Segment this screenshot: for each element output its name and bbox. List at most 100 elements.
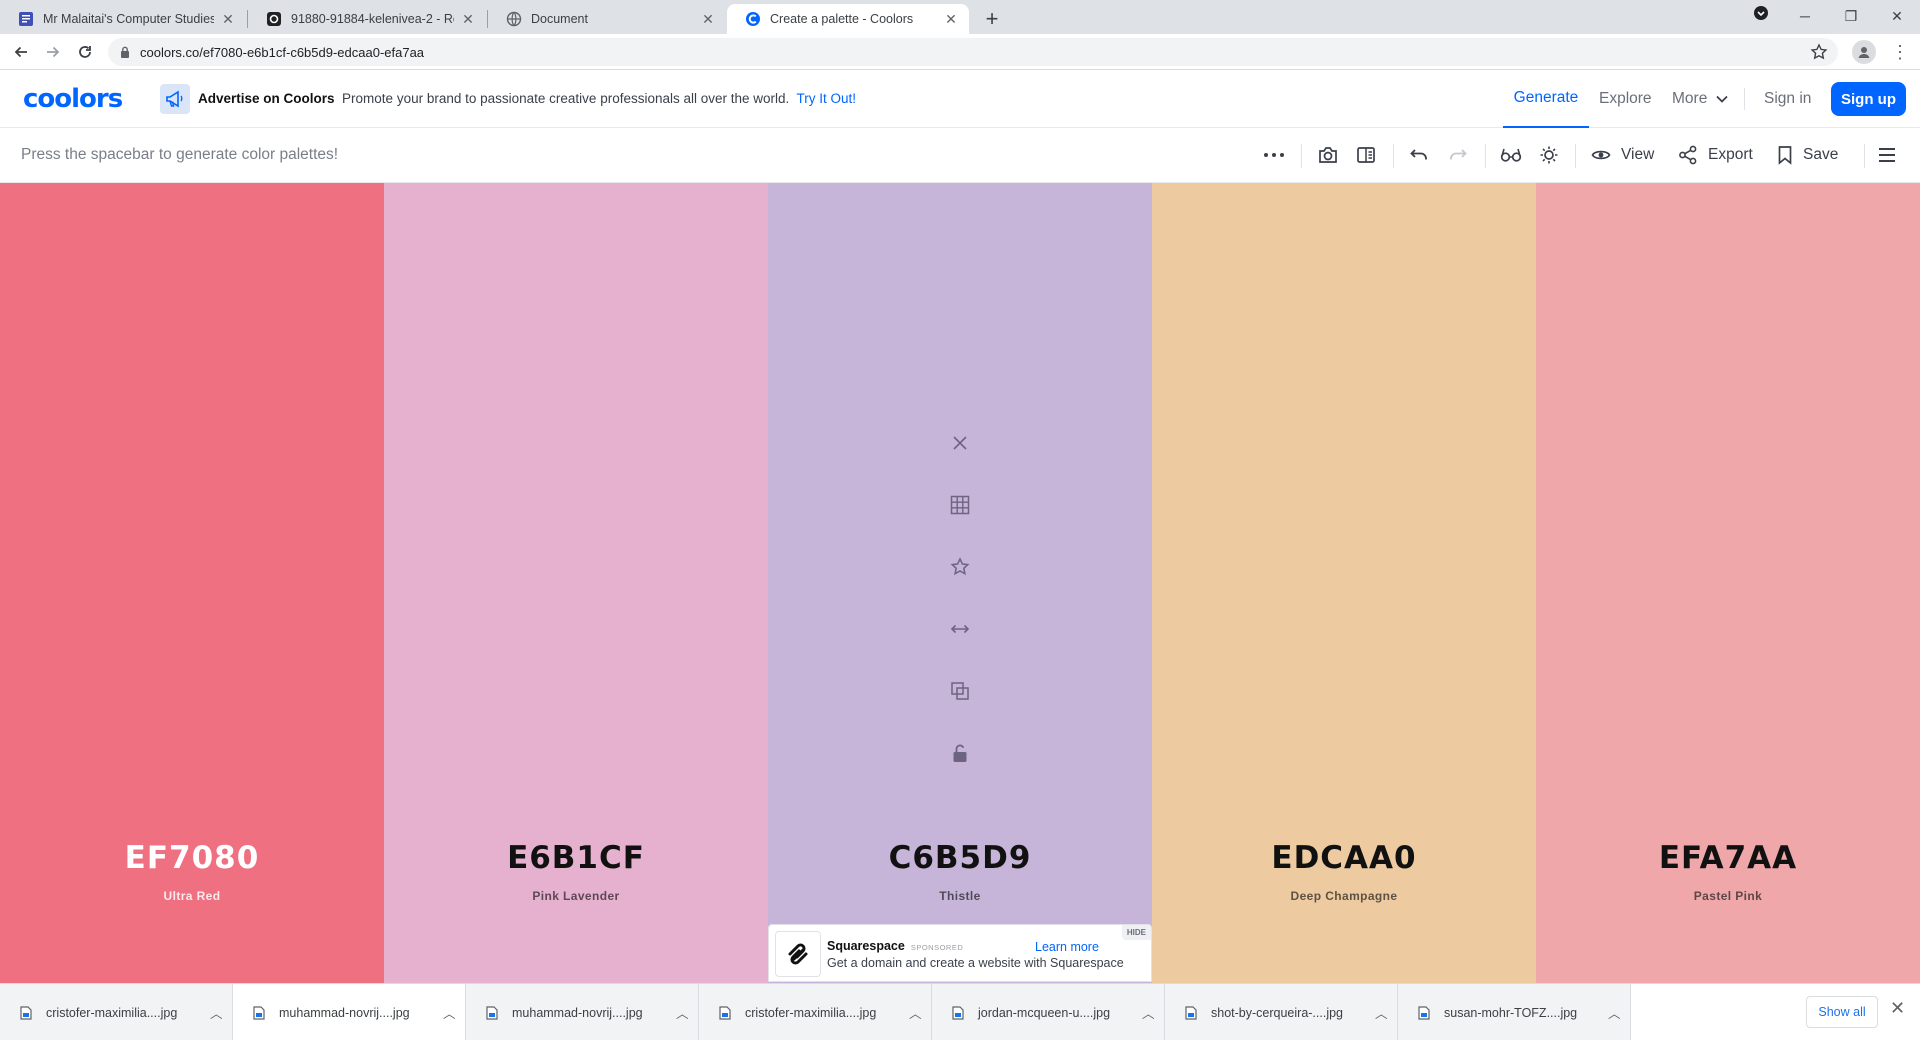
back-button[interactable] (9, 40, 33, 64)
toolbar-divider (1575, 144, 1576, 168)
chevron-up-icon[interactable]: ︿ (443, 1003, 465, 1022)
sun-icon[interactable] (1539, 142, 1559, 168)
download-filename: muhammad-novrij....jpg (512, 1005, 643, 1020)
reload-button[interactable] (73, 40, 97, 64)
download-item[interactable]: cristofer-maximilia....jpg ︿ (0, 984, 233, 1040)
address-bar[interactable]: coolors.co/ef7080-e6b1cf-c6b5d9-edcaa0-e… (108, 38, 1838, 66)
remove-color-icon[interactable] (945, 428, 975, 458)
copy-hex-icon[interactable] (945, 676, 975, 706)
browser-tab-1[interactable]: Mr Malaitai's Computer Studies - ✕ (0, 4, 246, 34)
color-palette: EF7080 Ultra Red E6B1CF Pink Lavender C6… (0, 183, 1920, 983)
sign-up-button[interactable]: Sign up (1831, 82, 1906, 116)
coolors-logo[interactable]: coolors (23, 84, 123, 114)
file-icon (719, 1005, 731, 1020)
hide-ad-button[interactable]: HIDE (1121, 925, 1151, 940)
chevron-up-icon[interactable]: ︿ (1142, 1003, 1164, 1022)
generator-toolbar: Press the spacebar to generate color pal… (0, 128, 1920, 183)
chevron-up-icon[interactable]: ︿ (1375, 1003, 1397, 1022)
browser-menu-icon[interactable]: ⋮ (1890, 42, 1910, 62)
export-button[interactable]: Export (1678, 142, 1753, 168)
sponsored-ad[interactable]: Squarespace SPONSORED Get a domain and cr… (768, 924, 1152, 982)
unlock-icon[interactable] (945, 738, 975, 768)
color-swatch-2[interactable]: E6B1CF Pink Lavender (384, 183, 768, 983)
download-filename: cristofer-maximilia....jpg (46, 1005, 178, 1020)
glasses-icon[interactable] (1500, 142, 1522, 168)
forward-button[interactable] (41, 40, 65, 64)
undo-icon[interactable] (1409, 142, 1429, 168)
try-it-out-link[interactable]: Try It Out! (797, 91, 857, 106)
color-swatch-1[interactable]: EF7080 Ultra Red (0, 183, 384, 983)
nav-explore[interactable]: Explore (1599, 70, 1652, 128)
sponsor-description: Get a domain and create a website with S… (827, 956, 1124, 970)
window-close-button[interactable]: ✕ (1874, 4, 1920, 28)
file-icon (1418, 1005, 1430, 1020)
drag-arrows-icon[interactable] (945, 614, 975, 644)
lock-icon (121, 46, 129, 58)
share-icon (1679, 145, 1697, 165)
replit-icon (267, 12, 281, 26)
restore-button[interactable]: ❐ (1828, 4, 1874, 28)
browser-tab-4-active[interactable]: Create a palette - Coolors ✕ (727, 4, 969, 34)
color-swatch-3[interactable]: C6B5D9 Thistle (768, 183, 1152, 983)
minimize-button[interactable]: ─ (1782, 4, 1828, 28)
download-item[interactable]: susan-mohr-TOFZ....jpg ︿ (1398, 984, 1631, 1040)
advertise-text: Promote your brand to passionate creativ… (342, 91, 790, 106)
sign-in-link[interactable]: Sign in (1764, 70, 1811, 128)
site-header: coolors Advertise on Coolors Promote you… (0, 70, 1920, 128)
person-icon (1858, 47, 1870, 58)
more-options-icon[interactable] (1263, 142, 1285, 168)
download-filename: muhammad-novrij....jpg (279, 1005, 410, 1020)
chevron-up-icon[interactable]: ︿ (909, 1003, 931, 1022)
nav-more[interactable]: More (1672, 70, 1729, 128)
show-all-button[interactable]: Show all (1806, 996, 1878, 1028)
download-filename: susan-mohr-TOFZ....jpg (1444, 1005, 1578, 1020)
color-name: Pastel Pink (1693, 889, 1763, 903)
download-item[interactable]: muhammad-novrij....jpg ︿ (233, 984, 466, 1040)
download-item[interactable]: shot-by-cerqueira-....jpg ︿ (1165, 984, 1398, 1040)
download-item[interactable]: cristofer-maximilia....jpg ︿ (699, 984, 932, 1040)
profile-avatar[interactable] (1852, 40, 1876, 64)
hamburger-menu-icon[interactable] (1877, 142, 1897, 168)
view-button[interactable]: View (1591, 142, 1654, 168)
back-arrow-icon (14, 46, 27, 58)
redo-icon[interactable] (1448, 142, 1468, 168)
close-icon[interactable]: ✕ (460, 11, 476, 28)
eye-icon (1591, 150, 1611, 160)
learn-more-link[interactable]: Learn more (1035, 940, 1099, 954)
color-swatch-5[interactable]: EFA7AA Pastel Pink (1536, 183, 1920, 983)
hex-code[interactable]: EF7080 (0, 840, 384, 876)
chevron-up-icon[interactable]: ︿ (676, 1003, 698, 1022)
shades-grid-icon[interactable] (945, 490, 975, 520)
close-icon[interactable]: ✕ (700, 11, 716, 28)
globe-icon (506, 11, 522, 27)
save-button[interactable]: Save (1777, 142, 1838, 168)
bookmark-star-icon[interactable] (1810, 43, 1828, 61)
chevron-up-icon[interactable]: ︿ (1608, 1003, 1630, 1022)
close-shelf-icon[interactable]: ✕ (1890, 998, 1905, 1019)
download-item[interactable]: jordan-mcqueen-u....jpg ︿ (932, 984, 1165, 1040)
new-tab-button[interactable]: + (978, 6, 1006, 32)
chevron-up-icon[interactable]: ︿ (210, 1003, 232, 1022)
download-item[interactable]: muhammad-novrij....jpg ︿ (466, 984, 699, 1040)
hex-code[interactable]: EFA7AA (1536, 840, 1920, 876)
close-icon[interactable]: ✕ (943, 11, 959, 28)
color-swatch-4[interactable]: EDCAA0 Deep Champagne (1152, 183, 1536, 983)
nav-generate[interactable]: Generate (1503, 70, 1589, 128)
camera-icon[interactable] (1317, 142, 1339, 168)
browser-tab-3[interactable]: Document ✕ (488, 4, 726, 34)
browser-tab-2[interactable]: 91880-91884-kelenivea-2 - Repli ✕ (248, 4, 486, 34)
favorite-star-icon[interactable] (945, 552, 975, 582)
layout-panel-icon[interactable] (1356, 142, 1376, 168)
coolors-icon (746, 12, 760, 26)
close-icon[interactable]: ✕ (220, 11, 236, 28)
color-name: Thistle (939, 889, 981, 903)
tab-search-icon[interactable] (1738, 4, 1784, 28)
swatch-tools (945, 428, 975, 800)
hex-code[interactable]: C6B5D9 (768, 840, 1152, 876)
url-text: coolors.co/ef7080-e6b1cf-c6b5d9-edcaa0-e… (140, 44, 425, 60)
hex-code[interactable]: EDCAA0 (1152, 840, 1536, 876)
file-icon (952, 1005, 964, 1020)
color-name: Pink Lavender (532, 889, 620, 903)
view-label: View (1621, 146, 1655, 163)
hex-code[interactable]: E6B1CF (384, 840, 768, 876)
